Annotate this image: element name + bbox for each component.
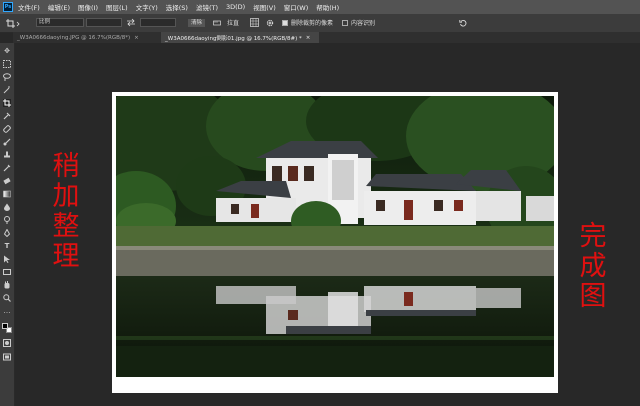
menu-type[interactable]: 文字(Y): [136, 2, 158, 12]
overlay-grid-icon[interactable]: [250, 17, 259, 28]
pen-tool-icon[interactable]: [3, 228, 11, 238]
color-swatches[interactable]: [2, 323, 12, 333]
eyedropper-tool-icon[interactable]: [3, 112, 11, 120]
left-caption-char: 理: [52, 241, 80, 272]
rectangle-tool-icon[interactable]: [3, 268, 11, 276]
content-aware-option[interactable]: 内容识别: [342, 17, 375, 28]
gradient-tool-icon[interactable]: [3, 190, 11, 198]
menu-window[interactable]: 窗口(W): [284, 2, 309, 12]
menu-help[interactable]: 帮助(H): [316, 2, 339, 12]
left-caption-char: 稍: [52, 151, 80, 182]
left-caption-char: 加: [52, 181, 80, 212]
tab-document-1-label: _W3A0666daoying.JPG @ 16.7%(RGB/8*): [17, 34, 131, 41]
tools-panel: ✥ T …: [0, 43, 15, 406]
menu-edit[interactable]: 编辑(E): [48, 2, 70, 12]
reset-icon[interactable]: [459, 17, 467, 28]
delete-cropped-pixels-option[interactable]: 删除裁剪的像素: [282, 17, 333, 28]
type-tool-icon[interactable]: T: [3, 242, 11, 250]
magic-wand-tool-icon[interactable]: [3, 86, 11, 94]
content-aware-label: 内容识别: [351, 20, 376, 27]
healing-brush-tool-icon[interactable]: [3, 125, 11, 133]
more-tools-icon[interactable]: …: [3, 307, 11, 315]
menu-view[interactable]: 视图(V): [253, 2, 276, 12]
right-caption-char: 完: [579, 221, 607, 252]
marquee-tool-icon[interactable]: [3, 60, 11, 68]
tab-document-2[interactable]: _W3A0666daoying倒影01.jpg @ 16.7%(RGB/8#) …: [161, 32, 319, 43]
ratio-select-value: 比例: [36, 18, 84, 27]
move-tool-icon[interactable]: ✥: [3, 47, 11, 55]
right-caption-char: 图: [579, 281, 607, 312]
tab-document-2-label: _W3A0666daoying倒影01.jpg @ 16.7%(RGB/8#) …: [165, 35, 302, 42]
left-caption: 稍 加 整 理: [51, 152, 81, 272]
right-caption-char: 成: [579, 251, 607, 282]
photoshop-logo-icon[interactable]: Ps: [3, 2, 13, 12]
path-selection-tool-icon[interactable]: [3, 255, 11, 263]
menu-file[interactable]: 文件(F): [18, 2, 40, 12]
tab-close-icon[interactable]: ×: [306, 35, 311, 41]
swap-icon[interactable]: [126, 17, 136, 28]
screen-mode-icon[interactable]: [3, 353, 11, 361]
zoom-tool-icon[interactable]: [3, 294, 11, 302]
lasso-tool-icon[interactable]: [3, 73, 11, 81]
menu-3d[interactable]: 3D(D): [226, 3, 245, 11]
menu-bar: Ps 文件(F) 编辑(E) 图像(I) 图层(L) 文字(Y) 选择(S) 滤…: [0, 0, 640, 14]
clear-button-label: 清除: [188, 18, 206, 27]
document-tab-bar: _W3A0666daoying.JPG @ 16.7%(RGB/8*) × _W…: [13, 32, 640, 43]
straighten-label: 拉直: [227, 20, 240, 27]
history-brush-tool-icon[interactable]: [3, 164, 11, 172]
content-aware-checkbox[interactable]: [342, 19, 348, 26]
brush-tool-icon[interactable]: [3, 138, 11, 146]
options-bar: 比例 清除 拉直 删除裁剪的像素 内容识别: [0, 14, 640, 33]
blur-tool-icon[interactable]: [3, 203, 11, 211]
photo-image: [116, 96, 554, 377]
straighten-icon[interactable]: [213, 17, 221, 28]
height-field[interactable]: [140, 17, 176, 28]
tab-document-1[interactable]: _W3A0666daoying.JPG @ 16.7%(RGB/8*) ×: [13, 32, 161, 43]
menu-filter[interactable]: 滤镜(T): [196, 2, 218, 12]
left-caption-char: 整: [52, 211, 80, 242]
gear-icon[interactable]: [266, 17, 274, 28]
quick-mask-icon[interactable]: [3, 339, 11, 347]
clone-stamp-tool-icon[interactable]: [3, 151, 11, 159]
hand-tool-icon[interactable]: [3, 281, 11, 289]
width-field[interactable]: [86, 17, 122, 28]
delete-cropped-label: 删除裁剪的像素: [291, 20, 334, 27]
delete-cropped-checkbox[interactable]: [282, 19, 288, 26]
foreground-color-swatch[interactable]: [2, 323, 8, 329]
menu-layer[interactable]: 图层(L): [106, 2, 128, 12]
menu-image[interactable]: 图像(I): [78, 2, 98, 12]
crop-tool-icon[interactable]: [3, 99, 11, 107]
right-caption: 完 成 图: [578, 222, 608, 312]
clear-button[interactable]: 清除: [188, 17, 206, 28]
landscape-photo: [116, 96, 554, 377]
crop-tool-preset-icon[interactable]: [6, 17, 20, 28]
menu-select[interactable]: 选择(S): [166, 2, 188, 12]
eraser-tool-icon[interactable]: [3, 177, 11, 185]
tab-close-icon[interactable]: ×: [134, 35, 139, 41]
ratio-select[interactable]: 比例: [36, 17, 84, 28]
dodge-tool-icon[interactable]: [3, 216, 11, 224]
